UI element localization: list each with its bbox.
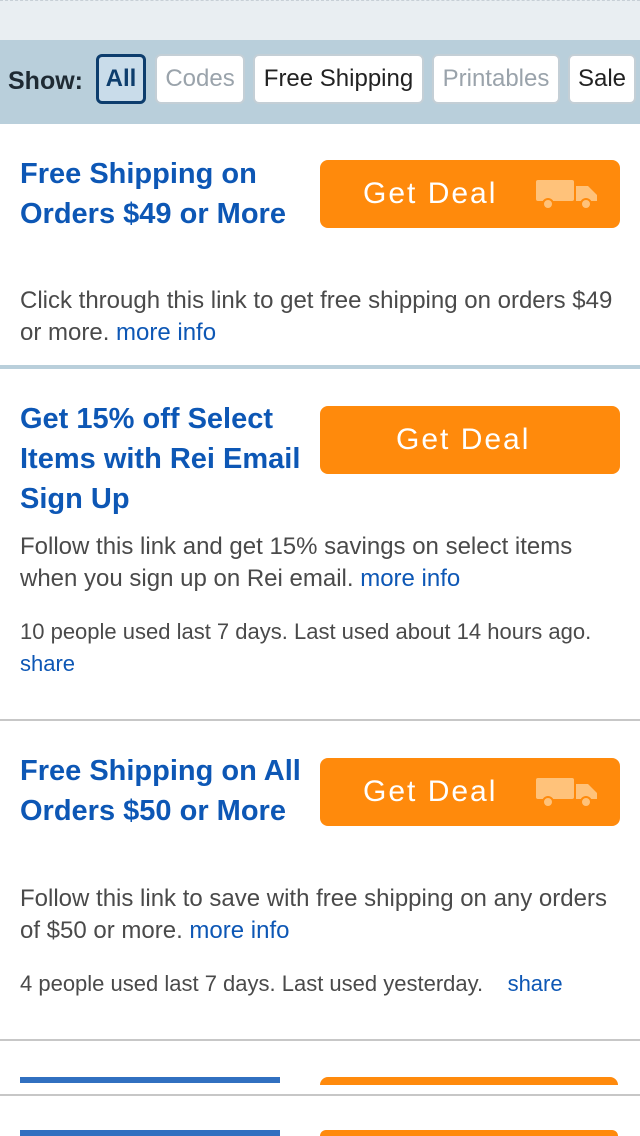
cutoff-deal-button[interactable] [320, 1130, 618, 1136]
cutoff-deal-title [20, 1130, 280, 1136]
deal-divider [0, 1094, 640, 1096]
cutoff-deal-button[interactable] [320, 1077, 618, 1085]
share-link[interactable]: share [508, 971, 563, 996]
more-info-link[interactable]: more info [189, 917, 289, 944]
deal-title[interactable]: Free Shipping on All Orders $50 or More [20, 751, 310, 831]
get-deal-label: Get Deal [363, 177, 498, 210]
filter-codes-button[interactable]: Codes [155, 54, 245, 104]
truck-icon [536, 180, 597, 210]
deal-card: Get 15% off Select Items with Rei Email … [0, 369, 640, 719]
usage-stats: 4 people used last 7 days. Last used yes… [20, 971, 563, 996]
get-deal-label: Get Deal [396, 423, 531, 456]
deal-divider [0, 1039, 640, 1041]
usage-stats: 10 people used last 7 days. Last used ab… [20, 619, 592, 676]
top-strip [0, 0, 640, 40]
deal-card: Free Shipping on Orders $49 or More Get … [0, 124, 640, 366]
deal-description: Follow this link and get 15% savings on … [20, 533, 573, 592]
get-deal-button[interactable]: Get Deal [320, 758, 620, 826]
filter-free-shipping-button[interactable]: Free Shipping [253, 54, 424, 104]
deal-card: Free Shipping on All Orders $50 or More … [0, 721, 640, 1039]
deal-description: Follow this link to save with free shipp… [20, 885, 607, 944]
deal-description: Click through this link to get free ship… [20, 287, 613, 346]
get-deal-label: Get Deal [363, 775, 498, 808]
more-info-link[interactable]: more info [360, 565, 460, 592]
deal-title[interactable]: Get 15% off Select Items with Rei Email … [20, 399, 310, 519]
filter-sale-button[interactable]: Sale [568, 54, 636, 104]
more-info-link[interactable]: more info [116, 319, 216, 346]
share-link[interactable]: share [20, 651, 75, 676]
filter-bar: Show: All Codes Free Shipping Printables… [0, 40, 640, 124]
filter-all-button[interactable]: All [96, 54, 146, 104]
filter-printables-button[interactable]: Printables [432, 54, 560, 104]
get-deal-button[interactable]: Get Deal [320, 160, 620, 228]
cutoff-deal-title [20, 1077, 280, 1083]
truck-icon [536, 778, 597, 808]
show-label: Show: [8, 67, 83, 95]
get-deal-button[interactable]: Get Deal [320, 406, 620, 474]
deal-title[interactable]: Free Shipping on Orders $49 or More [20, 154, 310, 234]
